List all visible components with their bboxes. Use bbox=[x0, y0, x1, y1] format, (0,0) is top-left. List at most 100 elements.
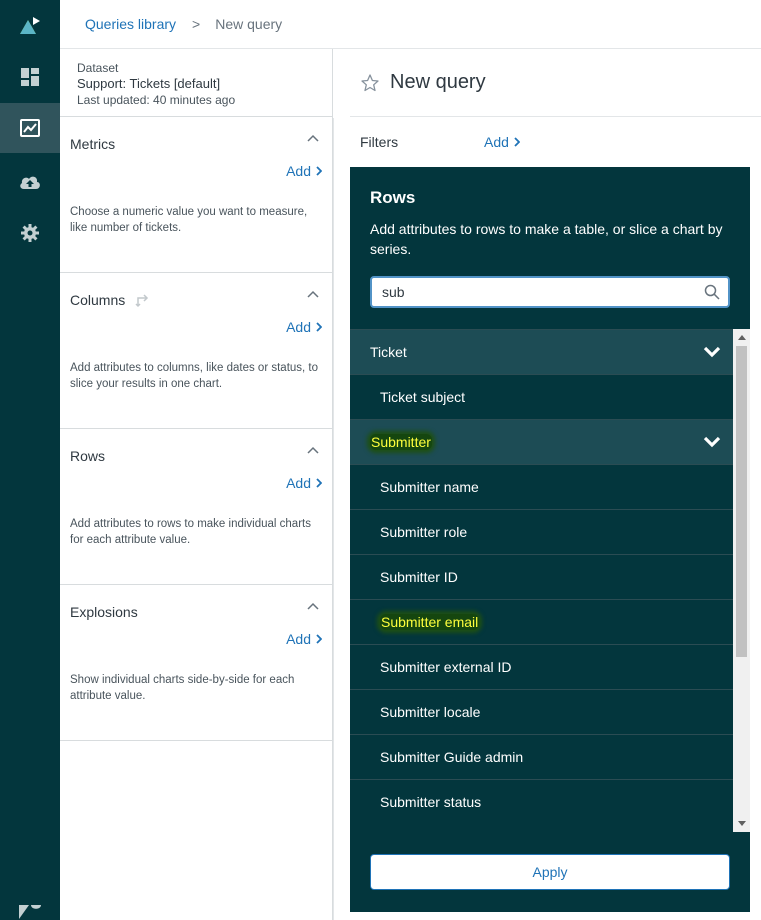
item-label: Submitter status bbox=[380, 794, 482, 810]
section-title: Metrics bbox=[70, 136, 116, 152]
section-description: Show individual charts side-by-side for … bbox=[70, 674, 295, 702]
scrollbar-thumb[interactable] bbox=[736, 346, 747, 657]
chevron-right-icon bbox=[316, 166, 322, 176]
section-metrics: Metrics Add Choose a numeric value you w… bbox=[60, 117, 332, 273]
add-label: Add bbox=[286, 319, 311, 335]
section-title: Rows bbox=[70, 448, 106, 464]
query-title[interactable]: New query bbox=[390, 71, 486, 94]
zendesk-explore-logo[interactable] bbox=[0, 0, 60, 50]
add-label: Add bbox=[484, 134, 509, 150]
section-title: Columns bbox=[70, 292, 126, 308]
attribute-search-input[interactable] bbox=[382, 284, 704, 300]
group-label: Submitter bbox=[370, 434, 432, 450]
zendesk-logo[interactable] bbox=[0, 895, 60, 920]
attribute-group-submitter[interactable]: Submitter bbox=[350, 419, 733, 464]
item-label: Submitter locale bbox=[380, 704, 481, 720]
rows-attribute-popover: Rows Add attributes to rows to make a ta… bbox=[350, 167, 750, 912]
swap-icon[interactable] bbox=[135, 294, 151, 308]
chevron-right-icon bbox=[514, 137, 520, 147]
add-label: Add bbox=[286, 631, 311, 647]
scroll-down-arrow[interactable] bbox=[733, 815, 750, 832]
section-columns: Columns Add Add attributes to columns, l… bbox=[60, 273, 332, 429]
attribute-item[interactable]: Ticket subject bbox=[350, 374, 733, 419]
nav-settings[interactable] bbox=[0, 208, 60, 258]
item-label: Submitter Guide admin bbox=[380, 749, 524, 765]
breadcrumb-current: New query bbox=[215, 16, 283, 32]
divider bbox=[333, 118, 350, 920]
list-scrollbar[interactable] bbox=[733, 329, 750, 832]
chevron-up-icon[interactable] bbox=[306, 601, 320, 611]
filters-bar: Filters Add bbox=[350, 117, 761, 167]
section-explosions: Explosions Add Show individual charts si… bbox=[60, 585, 332, 741]
breadcrumb: Queries library > New query bbox=[60, 0, 761, 49]
section-description: Add attributes to rows to make individua… bbox=[70, 518, 311, 546]
breadcrumb-queries-library[interactable]: Queries library bbox=[85, 16, 176, 32]
chevron-right-icon bbox=[316, 322, 322, 332]
attribute-item[interactable]: Submitter status bbox=[350, 779, 733, 824]
dataset-updated: Last updated: 40 minutes ago bbox=[77, 93, 236, 107]
chevron-right-icon bbox=[316, 634, 322, 644]
attribute-item[interactable]: Submitter ID bbox=[350, 554, 733, 599]
item-label: Submitter external ID bbox=[380, 659, 512, 675]
item-label: Ticket subject bbox=[380, 389, 466, 405]
zendesk-icon bbox=[19, 905, 41, 919]
attribute-item[interactable]: Submitter locale bbox=[350, 689, 733, 734]
dataset-name: Support: Tickets [default] bbox=[77, 76, 221, 91]
attribute-search bbox=[370, 276, 730, 308]
attribute-item[interactable]: Submitter external ID bbox=[350, 644, 733, 689]
triangle-down-icon bbox=[737, 821, 746, 826]
apply-button[interactable]: Apply bbox=[370, 854, 730, 890]
nav-dashboard[interactable] bbox=[0, 52, 60, 102]
chevron-down-icon bbox=[703, 346, 721, 358]
attribute-item[interactable]: Submitter Guide admin bbox=[350, 734, 733, 779]
explosions-add-button[interactable]: Add bbox=[286, 631, 322, 647]
attribute-item[interactable]: Submitter email bbox=[350, 599, 733, 644]
section-description: Choose a numeric value you want to measu… bbox=[70, 206, 308, 234]
chevron-up-icon[interactable] bbox=[306, 133, 320, 143]
gear-icon bbox=[21, 224, 39, 242]
scroll-up-arrow[interactable] bbox=[733, 329, 750, 346]
item-label: Submitter ID bbox=[380, 569, 458, 585]
nav-datasources[interactable] bbox=[0, 157, 60, 207]
columns-add-button[interactable]: Add bbox=[286, 319, 322, 335]
chevron-down-icon bbox=[703, 436, 721, 448]
chart-icon bbox=[20, 119, 40, 137]
dashboard-icon bbox=[21, 68, 39, 86]
breadcrumb-separator: > bbox=[192, 16, 201, 32]
attribute-item[interactable]: Submitter role bbox=[350, 509, 733, 554]
item-label: Submitter email bbox=[380, 614, 480, 630]
cloud-upload-icon bbox=[20, 176, 40, 189]
section-description: Add attributes to columns, like dates or… bbox=[70, 362, 319, 390]
attribute-list-content: Ticket Ticket subject Submitter Submitte… bbox=[350, 329, 733, 824]
nav-queries[interactable] bbox=[0, 103, 60, 153]
rows-add-button[interactable]: Add bbox=[286, 475, 322, 491]
triangle-up-icon bbox=[737, 335, 746, 340]
item-label: Submitter role bbox=[380, 524, 468, 540]
attribute-group-ticket[interactable]: Ticket bbox=[350, 329, 733, 374]
attribute-list[interactable]: Ticket Ticket subject Submitter Submitte… bbox=[350, 329, 750, 832]
dataset-label: Dataset bbox=[77, 61, 119, 75]
popover-bottom-gap bbox=[350, 912, 750, 920]
filters-add-button[interactable]: Add bbox=[484, 134, 520, 150]
query-sections-panel: Dataset Support: Tickets [default] Last … bbox=[60, 49, 333, 920]
item-label: Submitter name bbox=[380, 479, 479, 495]
chevron-up-icon[interactable] bbox=[306, 289, 320, 299]
section-rows: Rows Add Add attributes to rows to make … bbox=[60, 429, 332, 585]
explore-logo-icon bbox=[20, 17, 40, 34]
attribute-item[interactable]: Submitter name bbox=[350, 464, 733, 509]
dataset-info[interactable]: Dataset Support: Tickets [default] Last … bbox=[60, 49, 332, 117]
left-nav bbox=[0, 0, 60, 920]
section-title-wrap: Columns bbox=[70, 292, 151, 308]
filters-label: Filters bbox=[360, 134, 399, 150]
search-icon bbox=[704, 284, 720, 300]
chevron-up-icon[interactable] bbox=[306, 445, 320, 455]
section-title: Explosions bbox=[70, 604, 138, 620]
chevron-right-icon bbox=[316, 478, 322, 488]
popover-title: Rows bbox=[370, 188, 416, 207]
star-icon[interactable] bbox=[360, 73, 380, 93]
add-label: Add bbox=[286, 163, 311, 179]
add-label: Add bbox=[286, 475, 311, 491]
query-title-bar: New query bbox=[350, 49, 761, 117]
metrics-add-button[interactable]: Add bbox=[286, 163, 322, 179]
popover-description: Add attributes to rows to make a table, … bbox=[370, 221, 723, 257]
